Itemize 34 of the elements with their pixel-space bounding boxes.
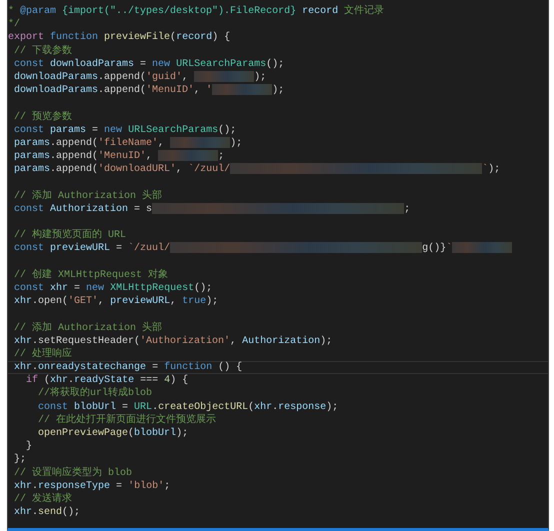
code-line: const xhr = new XMLHttpRequest();: [13, 282, 214, 296]
code-line: * @param {import("../types/desktop").FileRecord} record 文件记录: [8, 5, 386, 18]
code-line: export function previewFile(record) {: [8, 31, 232, 44]
code-line: openPreviewPage(blobUrl);: [37, 427, 190, 440]
code-line: params.append('fileName', );: [13, 136, 244, 150]
code-line: xhr.setRequestHeader('Authorization', Authorization);: [13, 334, 334, 348]
code-line: const blobUrl = URL.createObjectURL(xhr.response);: [37, 400, 340, 414]
code-line: const params = new URLSearchParams();: [13, 124, 238, 137]
code-line: // 在此处打开新页面进行文件预览展示: [37, 414, 218, 427]
code-line: // 下载参数: [13, 44, 74, 58]
code-line: // 处理响应: [13, 348, 74, 362]
code-editor[interactable]: [7, 0, 549, 531]
code-line: }: [25, 440, 34, 454]
code-line: const previewURL = `/zuul/ g()}`: [8, 242, 548, 256]
code-line: //将获取的url转成blob: [37, 387, 154, 401]
code-line: xhr.open('GET', previewURL, true);: [13, 295, 220, 308]
code-line: // 添加 Authorization 头部: [13, 190, 164, 203]
code-line: // 预览参数: [13, 110, 74, 124]
code-line: };: [13, 453, 28, 467]
code-line: xhr.onreadystatechange = function () {: [8, 361, 548, 374]
code-line: // 添加 Authorization 头部: [13, 322, 164, 335]
code-line: // 创建 XMLHttpRequest 对象: [13, 268, 170, 282]
code-line: downloadParams.append('guid', );: [13, 70, 268, 84]
code-line: xhr.responseType = 'blob';: [13, 480, 172, 492]
code-line: xhr.send();: [13, 506, 82, 520]
code-line: // 发送请求: [13, 492, 74, 506]
code-line: */: [8, 18, 22, 32]
code-line: params.append('MenuID', ;: [13, 150, 226, 164]
code-line: if (xhr.readyState === 4) {: [25, 374, 190, 386]
code-line: params.append('downloadURL', `/zuul/ `);: [13, 163, 502, 176]
code-line: const downloadParams = new URLSearchParams();: [13, 58, 286, 71]
code-line: // 构建预览页面的 URL: [13, 229, 128, 242]
code-line: // 设置响应类型为 blob: [13, 466, 134, 480]
code-line: downloadParams.append('MenuID', ' );: [13, 84, 286, 98]
